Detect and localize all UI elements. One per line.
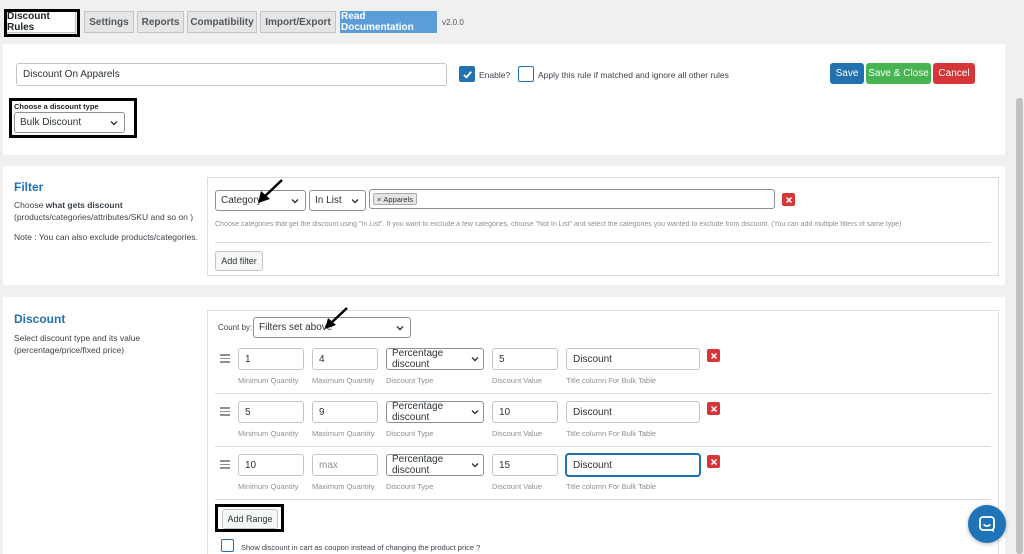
tab-import-export[interactable]: Import/Export: [260, 11, 336, 33]
range-divider: [215, 499, 991, 500]
title-column-label: Title column For Bulk Table: [566, 482, 657, 491]
range-type-select[interactable]: Percentage discount: [386, 348, 484, 370]
filter-operator-select[interactable]: In List: [309, 190, 366, 211]
range-min-input[interactable]: 10: [238, 454, 304, 476]
add-filter-button[interactable]: Add filter: [215, 251, 263, 271]
count-by-label: Count by:: [218, 323, 253, 332]
coupon-checkbox[interactable]: [221, 539, 234, 552]
chevron-down-icon: [396, 326, 404, 331]
range-max-input[interactable]: 9: [312, 401, 378, 423]
checkmark-icon: [462, 70, 472, 79]
chat-launcher-button[interactable]: [968, 505, 1006, 543]
discount-description: Select discount type and its value (perc…: [14, 333, 141, 355]
discount-type-sublabel: Discount Type: [386, 429, 434, 438]
enable-checkbox[interactable]: [459, 66, 475, 82]
tab-reports[interactable]: Reports: [137, 11, 184, 33]
version-label: v2.0.0: [442, 18, 464, 27]
drag-handle-icon[interactable]: [220, 407, 230, 418]
save-button[interactable]: Save: [830, 63, 864, 84]
filter-values-input[interactable]: [369, 189, 775, 209]
range-divider: [215, 446, 991, 447]
range-type-select[interactable]: Percentage discount: [386, 454, 484, 476]
chevron-down-icon: [471, 463, 479, 468]
tab-settings[interactable]: Settings: [84, 11, 134, 33]
close-icon: [710, 405, 717, 412]
tab-read-documentation[interactable]: Read Documentation: [340, 11, 437, 33]
scrollbar-thumb[interactable]: [1016, 98, 1023, 554]
chevron-down-icon: [291, 199, 299, 204]
range-type-select[interactable]: Percentage discount: [386, 401, 484, 423]
title-column-label: Title column For Bulk Table: [566, 376, 657, 385]
save-close-button[interactable]: Save & Close: [866, 63, 931, 84]
exclusive-checkbox[interactable]: [518, 66, 534, 82]
tag-remove-icon[interactable]: ×: [377, 195, 381, 204]
discount-value-label: Discount Value: [492, 376, 542, 385]
range-min-input[interactable]: 1: [238, 348, 304, 370]
min-quantity-label: Minimum Quantity: [238, 376, 299, 385]
highlight-box-discount-type: [9, 98, 137, 138]
chevron-down-icon: [351, 199, 359, 204]
max-quantity-label: Maximum Quantity: [312, 429, 375, 438]
chevron-down-icon: [471, 410, 479, 415]
cancel-button[interactable]: Cancel: [933, 63, 975, 84]
annotation-arrow-icon: [258, 179, 283, 203]
filter-tag[interactable]: × Apparels: [373, 193, 417, 205]
rule-card: [3, 44, 1005, 155]
enable-label: Enable?: [479, 70, 511, 80]
close-icon: [710, 352, 717, 359]
range-title-input[interactable]: Discount: [566, 454, 700, 476]
range-max-input[interactable]: 4: [312, 348, 378, 370]
range-title-input[interactable]: Discount: [566, 348, 700, 370]
range-max-input[interactable]: max: [312, 454, 378, 476]
close-icon: [710, 458, 717, 465]
drag-handle-icon[interactable]: [220, 354, 230, 365]
range-value-input[interactable]: 5: [492, 348, 558, 370]
discount-value-label: Discount Value: [492, 429, 542, 438]
range-title-input[interactable]: Discount: [566, 401, 700, 423]
close-icon: [785, 196, 792, 203]
filter-divider: [215, 242, 991, 243]
discount-type-sublabel: Discount Type: [386, 376, 434, 385]
filter-note: Note : You can also exclude products/cat…: [14, 232, 198, 242]
discount-title: Discount: [14, 312, 66, 326]
remove-range-button[interactable]: [707, 402, 720, 415]
remove-range-button[interactable]: [707, 455, 720, 468]
discount-type-sublabel: Discount Type: [386, 482, 434, 491]
min-quantity-label: Minimum Quantity: [238, 429, 299, 438]
range-min-input[interactable]: 5: [238, 401, 304, 423]
remove-range-button[interactable]: [707, 349, 720, 362]
remove-filter-button[interactable]: [782, 193, 795, 206]
range-divider: [215, 393, 991, 394]
max-quantity-label: Maximum Quantity: [312, 482, 375, 491]
rule-name-input[interactable]: Discount On Apparels: [16, 63, 447, 86]
title-column-label: Title column For Bulk Table: [566, 429, 657, 438]
highlight-box-tab: [4, 9, 80, 37]
range-value-input[interactable]: 15: [492, 454, 558, 476]
exclusive-label: Apply this rule if matched and ignore al…: [538, 70, 729, 80]
chat-icon: [979, 516, 995, 533]
drag-handle-icon[interactable]: [220, 460, 230, 471]
min-quantity-label: Minimum Quantity: [238, 482, 299, 491]
filter-description: Choose what gets discount (products/cate…: [14, 200, 194, 222]
max-quantity-label: Maximum Quantity: [312, 376, 375, 385]
range-value-input[interactable]: 10: [492, 401, 558, 423]
coupon-label: Show discount in cart as coupon instead …: [241, 543, 481, 552]
annotation-arrow-icon: [325, 307, 348, 329]
chevron-down-icon: [471, 357, 479, 362]
filter-help-text: Choose categories that get the discount …: [215, 221, 902, 228]
discount-value-label: Discount Value: [492, 482, 542, 491]
tab-compatibility[interactable]: Compatibility: [187, 11, 257, 33]
highlight-box-add-range: [215, 504, 284, 532]
filter-title: Filter: [14, 180, 44, 194]
